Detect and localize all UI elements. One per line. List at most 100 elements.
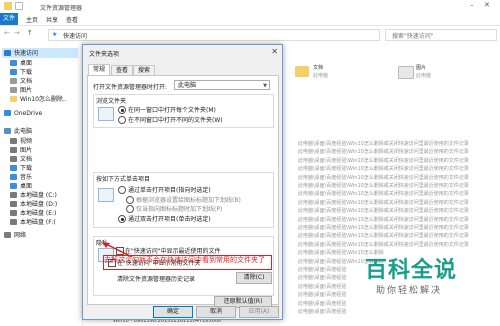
list-item[interactable]: 此电脑\桌面\百度经验\Win10怎么删除或关闭快速访问里最近使用的文件记录 bbox=[298, 199, 469, 206]
nav-item-icon bbox=[10, 210, 17, 216]
sidebar-item[interactable]: Win10怎么删除.. bbox=[10, 94, 67, 104]
general-tab-panel: 打开文件资源管理器时打开: 此电脑 ▼ 浏览文件夹 在同一窗口中打开每个文件夹(… bbox=[87, 75, 279, 308]
back-icon[interactable]: ← bbox=[4, 29, 10, 37]
list-item[interactable]: 此电脑\桌面\百度经验 bbox=[298, 300, 346, 307]
sidebar-item[interactable]: 此电脑 bbox=[4, 126, 32, 136]
list-item[interactable]: 此电脑\桌面\百度经验 bbox=[298, 291, 346, 298]
sidebar-item-label: OneDrive bbox=[14, 110, 43, 117]
list-item[interactable]: 此电脑\桌面\百度经验\Win10怎么删除或关闭快速访问里最近使用的文件记录 bbox=[298, 182, 469, 189]
radio-double-click[interactable] bbox=[118, 215, 126, 223]
folder-location: 此电脑 bbox=[416, 73, 432, 79]
open-with-label: 打开文件资源管理器时打开: bbox=[93, 84, 168, 91]
sidebar-item[interactable]: 快速访问 bbox=[2, 48, 78, 58]
nav-item-icon bbox=[10, 183, 17, 189]
navigation-pane: 快速访问 桌面 下载 文档 图片 Win10怎么删除.. OneDrive 此电脑 视频 图片 文档… bbox=[0, 42, 83, 326]
sidebar-item-label: 图片 bbox=[20, 147, 33, 154]
list-item[interactable]: 此电脑\桌面\百度经验\Win10怎么删除或关闭快速访问里最近使用的文件记录 bbox=[298, 241, 469, 248]
cancel-button[interactable]: 取消 bbox=[196, 306, 236, 318]
sidebar-item-label: 本地磁盘 (C:) bbox=[20, 192, 57, 199]
nav-item-icon bbox=[10, 156, 17, 162]
nav-item-icon bbox=[10, 219, 17, 225]
browse-option-same[interactable]: 在同一窗口中打开每个文件夹(M) bbox=[128, 105, 216, 114]
tab-share[interactable]: 共享 bbox=[46, 15, 58, 24]
nav-item-icon bbox=[10, 147, 17, 153]
sidebar-item[interactable]: 本地磁盘 (F:) bbox=[10, 217, 56, 227]
apply-button[interactable]: 应用(A) bbox=[239, 306, 279, 318]
list-item[interactable]: 此电脑\桌面\百度经验 bbox=[298, 274, 346, 281]
radio-same-window[interactable] bbox=[118, 106, 126, 114]
sidebar-item-label: 图片 bbox=[20, 87, 33, 94]
browse-option-new[interactable]: 在不同窗口中打开不同的文件夹(W) bbox=[128, 115, 223, 124]
close-window-icon[interactable]: ✕ bbox=[484, 1, 490, 9]
tab-view[interactable]: 查看 bbox=[66, 15, 78, 24]
nav-item-icon bbox=[4, 110, 11, 116]
list-item[interactable]: 此电脑\桌面\百度经验\Win10怎么删除或关闭快速访问里最近使用的文件记录 bbox=[298, 148, 469, 155]
folder-name[interactable]: 图片 bbox=[416, 64, 426, 71]
sidebar-item-label: 网络 bbox=[14, 232, 27, 239]
list-item[interactable]: 此电脑\桌面\百度经验\Win10怎么删除或关闭快速访问里最近使用的文件记录 bbox=[298, 165, 469, 172]
browse-group-label: 浏览文件夹 bbox=[96, 98, 127, 105]
up-icon[interactable]: ↑ bbox=[27, 29, 33, 37]
radio-underline-hover[interactable] bbox=[126, 205, 134, 213]
forward-icon[interactable]: → bbox=[14, 29, 20, 37]
click-sub-option-2[interactable]: 仅当指向图标标题时加下划线(P) bbox=[136, 204, 222, 213]
watermark-subtitle: 助你轻松解决 bbox=[376, 286, 443, 296]
search-placeholder: 搜索"快速访问" bbox=[392, 33, 434, 40]
list-item[interactable]: 此电脑\桌面\百度经验\Win10怎么删除或关闭快速访问里最近使用的文件记录 bbox=[298, 207, 469, 214]
radio-single-click[interactable] bbox=[118, 186, 126, 194]
list-item[interactable]: 此电脑\桌面\百度经验\Win10怎么删除或关闭快速访问里最近使用的文件记录 bbox=[298, 190, 469, 197]
dialog-title: 文件夹选项 bbox=[89, 51, 120, 58]
ribbon-tabs: 文件 主页 共享 查看 bbox=[0, 13, 500, 26]
nav-item-icon bbox=[4, 50, 11, 56]
sidebar-item[interactable]: OneDrive bbox=[4, 110, 42, 120]
list-item[interactable]: 此电脑\桌面\百度经验 bbox=[298, 266, 346, 273]
click-option-double[interactable]: 通过双击打开项目(单击时选定) bbox=[128, 214, 211, 223]
sidebar-item-label: 本地磁盘 (E:) bbox=[20, 210, 57, 217]
click-option-single[interactable]: 通过单击打开项目(指向时选定) bbox=[128, 185, 211, 194]
tab-home[interactable]: 主页 bbox=[26, 15, 38, 24]
sidebar-item-label: 本地磁盘 (F:) bbox=[20, 219, 56, 226]
list-item[interactable]: 此电脑\桌面\百度经验\Win10怎么删除或关闭快速访问里最近使用的文件记录 bbox=[298, 174, 469, 181]
radio-new-window[interactable] bbox=[118, 116, 126, 124]
search-input[interactable]: 搜索"快速访问" bbox=[385, 29, 497, 41]
pictures-folder-icon[interactable] bbox=[398, 66, 414, 79]
star-icon: ★ bbox=[52, 31, 58, 38]
nav-item-icon bbox=[10, 60, 17, 66]
list-item[interactable]: 此电脑\桌面\百度经验 bbox=[298, 283, 346, 290]
address-path: 快速访问 bbox=[63, 33, 88, 40]
window-title: 文件资源管理器 bbox=[40, 5, 83, 12]
folder-icon[interactable] bbox=[295, 66, 309, 77]
list-item[interactable]: 此电脑\桌面\百度经验\Win10怎么删除或关闭快速访问里最近使用的文件记录 bbox=[298, 157, 469, 164]
privacy-option-recent[interactable]: 在"快速访问"中显示最近使用的文件 bbox=[125, 246, 221, 255]
quick-access-toolbar-icon[interactable] bbox=[15, 2, 23, 10]
minimize-icon[interactable]: – bbox=[470, 1, 474, 9]
list-item[interactable]: 此电脑\桌面\百度经验\Win10怎么删除或关闭快速访问里最近使用的文件记录 bbox=[298, 216, 469, 223]
folder-name[interactable]: 文档 bbox=[313, 64, 323, 71]
watermark-logo-text: 百科全说 bbox=[365, 258, 458, 283]
list-item[interactable]: 此电脑\桌面\百度经验 bbox=[298, 308, 346, 315]
address-field[interactable]: ★ 快速访问 bbox=[48, 29, 380, 41]
folder-options-dialog: 文件夹选项 ✕ 常规 查看 搜索 打开文件资源管理器时打开: 此电脑 ▼ 浏览文… bbox=[82, 44, 283, 320]
sidebar-item-label: 桌面 bbox=[20, 183, 33, 190]
nav-item-icon bbox=[10, 201, 17, 207]
sidebar-item-label: 下载 bbox=[20, 69, 33, 76]
nav-item-icon bbox=[10, 78, 17, 84]
sidebar-item-label: 下载 bbox=[20, 165, 33, 172]
click-sub-option-1[interactable]: 根据浏览器设置给图标标题加下划线(B) bbox=[136, 195, 241, 204]
clear-button[interactable]: 清除(C) bbox=[236, 272, 272, 284]
list-item[interactable]: 此电脑\桌面\百度经验\Win10怎么删除或关闭快速访问里最近使用的文件记录 bbox=[298, 140, 469, 147]
click-group-label: 按如下方式单击项目 bbox=[96, 176, 151, 183]
radio-underline-always[interactable] bbox=[126, 196, 134, 204]
list-item[interactable]: 此电脑\桌面\百度经验\Win10怎么删除或关闭快速访问里最近使用的文件记录 bbox=[298, 224, 469, 231]
nav-item-icon bbox=[10, 96, 17, 102]
tab-file[interactable]: 文件 bbox=[0, 13, 18, 25]
ok-button[interactable]: 确定 bbox=[153, 306, 193, 318]
close-icon[interactable]: ✕ bbox=[271, 47, 278, 56]
folder-icon bbox=[4, 2, 12, 10]
annotation-text: 去掉这个勾就不会在快速访问中看到常用的文件夹了 bbox=[104, 256, 265, 264]
window-illustration-icon bbox=[98, 107, 114, 121]
sidebar-item[interactable]: 网络 bbox=[4, 230, 26, 240]
list-item[interactable]: 此电脑\桌面\百度经验\Win10怎么删除或关闭快速访问里最近使用的文件记录 bbox=[298, 232, 469, 239]
open-with-select[interactable]: 此电脑 ▼ bbox=[174, 80, 270, 90]
address-bar-row: ← → ↑ ★ 快速访问 搜索"快速访问" bbox=[0, 26, 500, 43]
